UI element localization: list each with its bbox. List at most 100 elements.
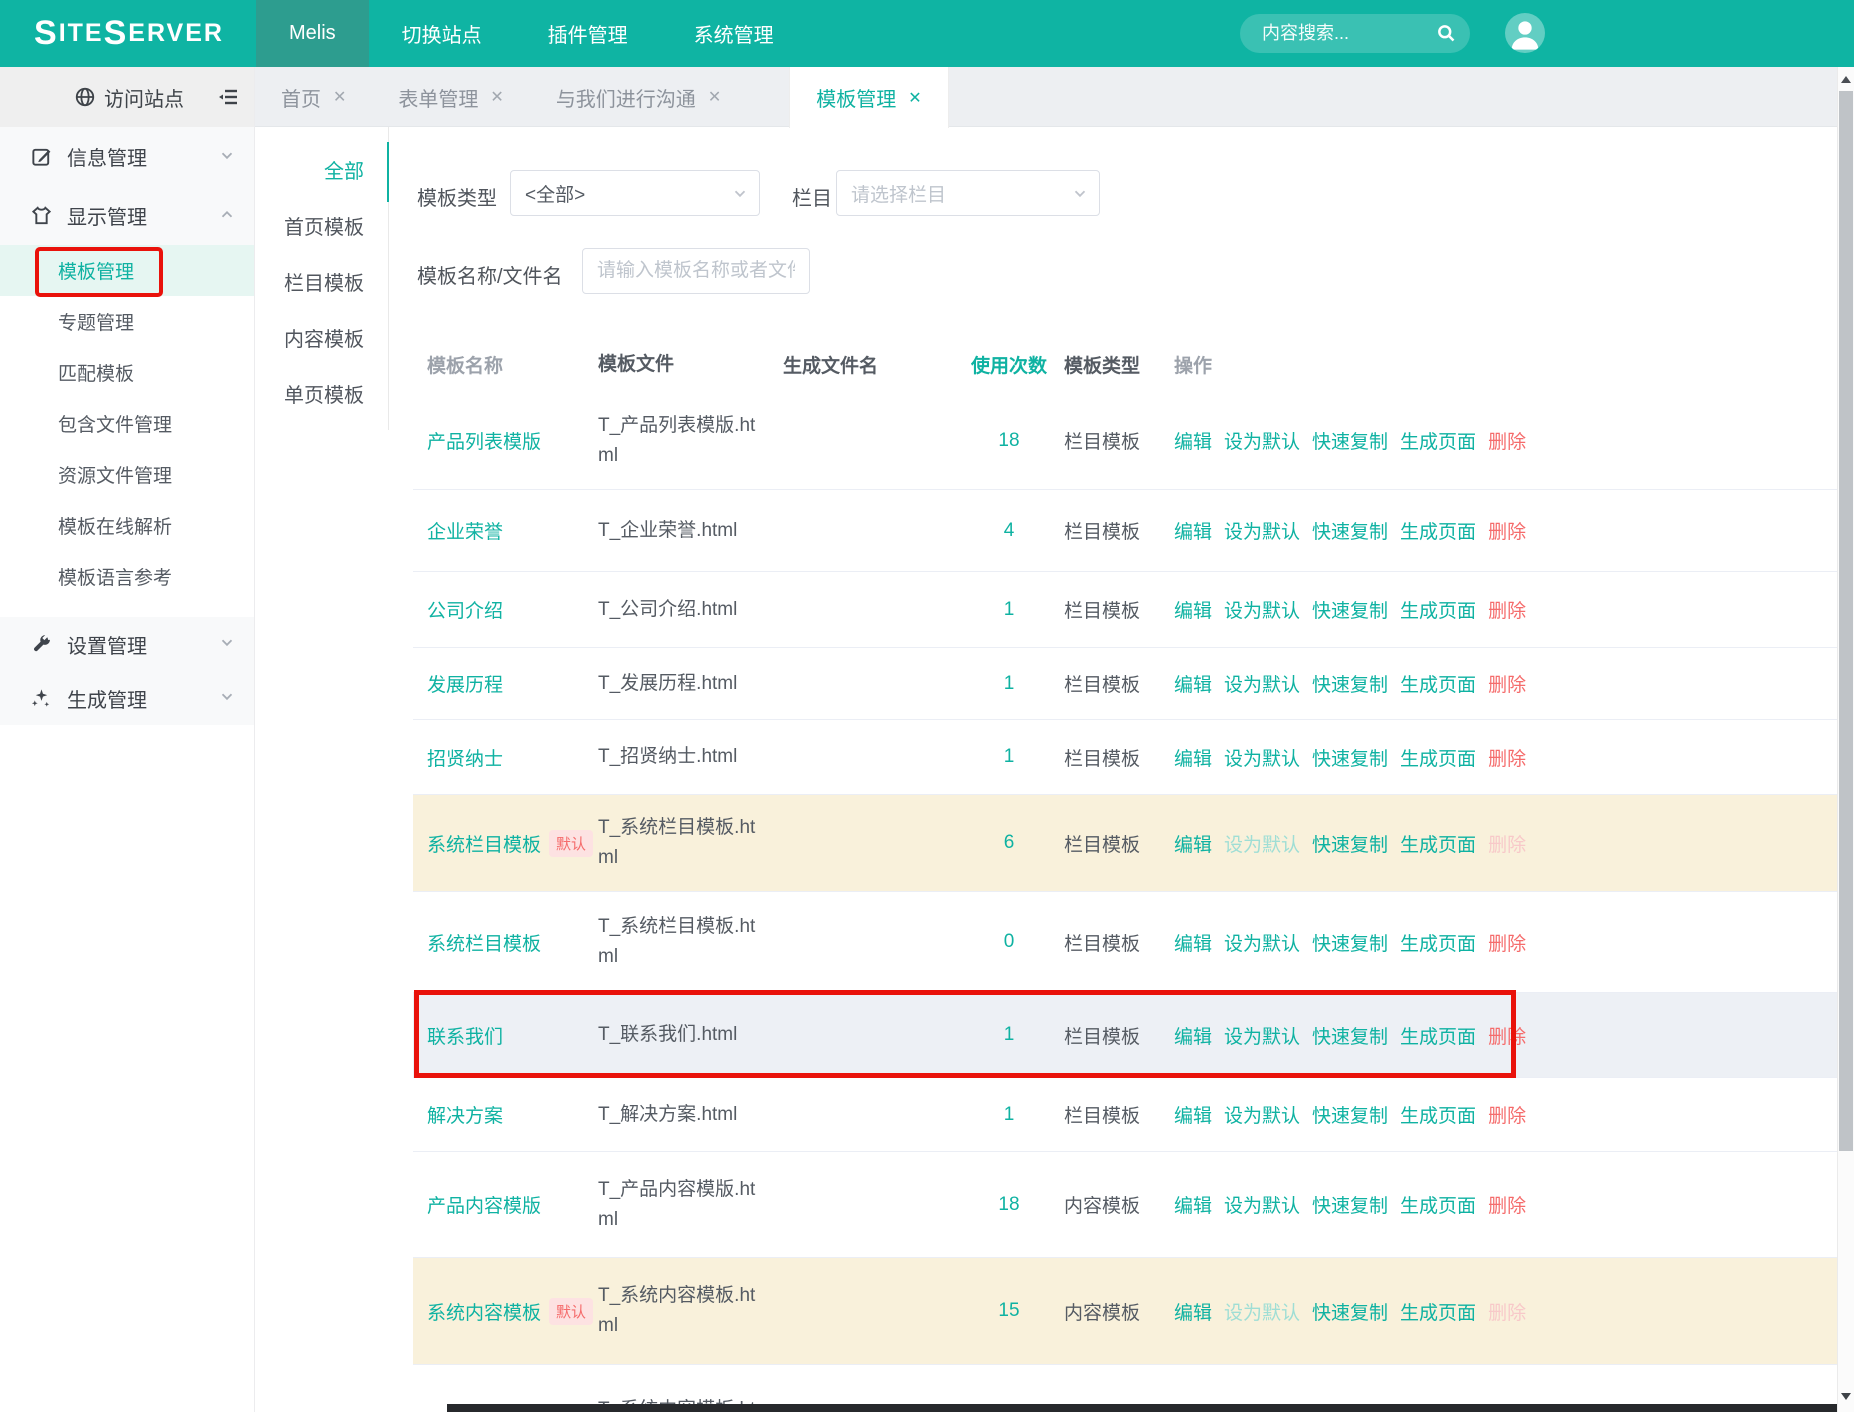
template-name-link[interactable]: 系统栏目模板 — [427, 830, 541, 857]
close-icon[interactable]: ✕ — [908, 88, 921, 108]
edit-link[interactable]: 编辑 — [1174, 675, 1212, 696]
generate-page-link[interactable]: 生成页面 — [1400, 1196, 1476, 1217]
sidebar-item-include-file-management[interactable]: 包含文件管理 — [0, 398, 254, 449]
subnav-channel-template[interactable]: 栏目模板 — [255, 256, 388, 312]
scroll-down-arrow-icon[interactable] — [1841, 1393, 1851, 1400]
delete-link[interactable]: 删除 — [1488, 522, 1526, 543]
delete-link[interactable]: 删除 — [1488, 675, 1526, 696]
edit-link[interactable]: 编辑 — [1174, 1303, 1212, 1324]
edit-link[interactable]: 编辑 — [1174, 601, 1212, 622]
content-search-input[interactable] — [1262, 23, 1494, 44]
sidebar-item-template-online-parse[interactable]: 模板在线解析 — [0, 500, 254, 551]
subnav-all[interactable]: 全部 — [255, 144, 388, 200]
quick-copy-link[interactable]: 快速复制 — [1312, 675, 1388, 696]
edit-link[interactable]: 编辑 — [1174, 1106, 1212, 1127]
tab-home[interactable]: 首页 ✕ — [255, 67, 372, 127]
template-name-link[interactable]: 发展历程 — [427, 670, 503, 697]
template-name-link[interactable]: 系统栏目模板 — [427, 929, 541, 956]
edit-link[interactable]: 编辑 — [1174, 1027, 1212, 1048]
close-icon[interactable]: ✕ — [333, 87, 346, 107]
sidebar-item-topic-management[interactable]: 专题管理 — [0, 296, 254, 347]
set-default-link[interactable]: 设为默认 — [1224, 1027, 1300, 1048]
sidebar-item-generate-management[interactable]: 生成管理 — [0, 671, 254, 725]
sidebar-item-resource-file-management[interactable]: 资源文件管理 — [0, 449, 254, 500]
template-name-link[interactable]: 系统内容模板 — [427, 1298, 541, 1325]
tab-communicate-with-us[interactable]: 与我们进行沟通 ✕ — [530, 67, 747, 127]
generate-page-link[interactable]: 生成页面 — [1400, 1106, 1476, 1127]
sidebar-item-settings-management[interactable]: 设置管理 — [0, 617, 254, 671]
quick-copy-link[interactable]: 快速复制 — [1312, 601, 1388, 622]
menu-fold-icon[interactable] — [216, 85, 240, 109]
quick-copy-link[interactable]: 快速复制 — [1312, 1196, 1388, 1217]
search-icon[interactable] — [1436, 23, 1456, 43]
delete-link[interactable]: 删除 — [1488, 1027, 1526, 1048]
generate-page-link[interactable]: 生成页面 — [1400, 675, 1476, 696]
quick-copy-link[interactable]: 快速复制 — [1312, 749, 1388, 770]
set-default-link[interactable]: 设为默认 — [1224, 934, 1300, 955]
nav-switch-site[interactable]: 切换站点 — [369, 0, 515, 67]
set-default-link[interactable]: 设为默认 — [1224, 675, 1300, 696]
delete-link[interactable]: 删除 — [1488, 1106, 1526, 1127]
edit-link[interactable]: 编辑 — [1174, 835, 1212, 856]
sidebar-item-template-language-reference[interactable]: 模板语言参考 — [0, 551, 254, 602]
set-default-link[interactable]: 设为默认 — [1224, 1196, 1300, 1217]
quick-copy-link[interactable]: 快速复制 — [1312, 1027, 1388, 1048]
set-default-link[interactable]: 设为默认 — [1224, 601, 1300, 622]
quick-copy-link[interactable]: 快速复制 — [1312, 1106, 1388, 1127]
set-default-link[interactable]: 设为默认 — [1224, 749, 1300, 770]
delete-link[interactable]: 删除 — [1488, 749, 1526, 770]
template-name-link[interactable]: 联系我们 — [427, 1022, 503, 1049]
sidebar-item-info-management[interactable]: 信息管理 — [0, 127, 254, 186]
edit-link[interactable]: 编辑 — [1174, 1196, 1212, 1217]
template-name-link[interactable]: 解决方案 — [427, 1101, 503, 1128]
set-default-link[interactable]: 设为默认 — [1224, 522, 1300, 543]
nav-system-management[interactable]: 系统管理 — [661, 0, 807, 67]
template-name-link[interactable]: 招贤纳士 — [427, 744, 503, 771]
nav-plugin-management[interactable]: 插件管理 — [515, 0, 661, 67]
set-default-link[interactable]: 设为默认 — [1224, 432, 1300, 453]
generate-page-link[interactable]: 生成页面 — [1400, 835, 1476, 856]
generate-page-link[interactable]: 生成页面 — [1400, 1027, 1476, 1048]
edit-link[interactable]: 编辑 — [1174, 522, 1212, 543]
scroll-up-arrow-icon[interactable] — [1841, 76, 1851, 83]
template-name-link[interactable]: 企业荣誉 — [427, 517, 503, 544]
template-name-link[interactable]: 产品列表模版 — [427, 427, 541, 454]
quick-copy-link[interactable]: 快速复制 — [1312, 835, 1388, 856]
edit-link[interactable]: 编辑 — [1174, 934, 1212, 955]
template-name-link[interactable]: 产品内容模版 — [427, 1191, 541, 1218]
set-default-link[interactable]: 设为默认 — [1224, 1106, 1300, 1127]
sidebar-item-template-management[interactable]: 模板管理 — [0, 245, 254, 296]
generate-page-link[interactable]: 生成页面 — [1400, 934, 1476, 955]
edit-link[interactable]: 编辑 — [1174, 432, 1212, 453]
tab-template-management[interactable]: 模板管理 ✕ — [789, 67, 948, 128]
template-name-filter-input[interactable] — [582, 248, 810, 294]
nav-site-melis[interactable]: Melis — [256, 0, 369, 67]
scrollbar-thumb[interactable] — [1839, 91, 1853, 1151]
delete-link[interactable]: 删除 — [1488, 432, 1526, 453]
quick-copy-link[interactable]: 快速复制 — [1312, 432, 1388, 453]
close-icon[interactable]: ✕ — [708, 87, 721, 107]
sidebar-item-display-management[interactable]: 显示管理 — [0, 186, 254, 245]
delete-link[interactable]: 删除 — [1488, 934, 1526, 955]
visit-site-button[interactable]: 访问站点 — [0, 67, 254, 127]
siteserver-logo[interactable]: SITESERVER — [34, 0, 224, 67]
quick-copy-link[interactable]: 快速复制 — [1312, 522, 1388, 543]
delete-link[interactable]: 删除 — [1488, 1196, 1526, 1217]
edit-link[interactable]: 编辑 — [1174, 749, 1212, 770]
generate-page-link[interactable]: 生成页面 — [1400, 522, 1476, 543]
close-icon[interactable]: ✕ — [490, 87, 503, 107]
tab-form-management[interactable]: 表单管理 ✕ — [372, 67, 529, 127]
generate-page-link[interactable]: 生成页面 — [1400, 432, 1476, 453]
user-avatar[interactable] — [1505, 13, 1545, 53]
template-type-select[interactable]: <全部> — [510, 170, 760, 216]
column-select[interactable]: 请选择栏目 — [836, 170, 1100, 216]
template-name-link[interactable]: 公司介绍 — [427, 596, 503, 623]
delete-link[interactable]: 删除 — [1488, 601, 1526, 622]
subnav-single-page-template[interactable]: 单页模板 — [255, 368, 388, 424]
vertical-scrollbar[interactable] — [1837, 67, 1854, 1412]
generate-page-link[interactable]: 生成页面 — [1400, 749, 1476, 770]
subnav-home-template[interactable]: 首页模板 — [255, 200, 388, 256]
generate-page-link[interactable]: 生成页面 — [1400, 601, 1476, 622]
subnav-content-template[interactable]: 内容模板 — [255, 312, 388, 368]
generate-page-link[interactable]: 生成页面 — [1400, 1303, 1476, 1324]
